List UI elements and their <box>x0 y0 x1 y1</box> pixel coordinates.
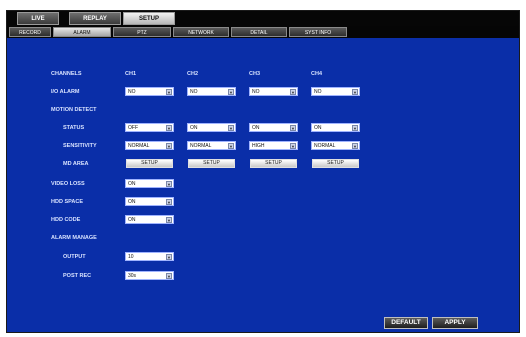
subtab-network[interactable]: NETWORK <box>173 27 229 37</box>
select-value: NO <box>314 89 322 95</box>
post-rec-select[interactable]: 30s ▼ <box>125 271 174 280</box>
chevron-down-icon: ▼ <box>166 217 172 223</box>
select-value: NO <box>128 89 136 95</box>
select-value: ON <box>252 125 260 131</box>
md-area-setup-button-ch4[interactable]: SETUP <box>312 159 359 168</box>
select-value: NO <box>252 89 260 95</box>
channel-header-4: CH4 <box>311 71 323 77</box>
select-value: NORMAL <box>190 143 212 149</box>
subtab-detail[interactable]: DETAIL <box>231 27 287 37</box>
select-value: NORMAL <box>128 143 150 149</box>
tab-setup[interactable]: SETUP <box>123 12 175 25</box>
select-value: ON <box>190 125 198 131</box>
io-alarm-select-ch4[interactable]: NO ▼ <box>311 87 360 96</box>
tab-live[interactable]: LIVE <box>17 12 59 25</box>
hdd-space-label: HDD SPACE <box>51 199 83 205</box>
sub-tab-bar: RECORD ALARM PTZ NETWORK DETAIL SYST INF… <box>7 26 519 38</box>
sensitivity-select-ch3[interactable]: HIGH ▼ <box>249 141 298 150</box>
sensitivity-select-ch4[interactable]: NORMAL ▼ <box>311 141 360 150</box>
status-select-ch3[interactable]: ON ▼ <box>249 123 298 132</box>
chevron-down-icon: ▼ <box>166 199 172 205</box>
post-rec-label: POST REC <box>63 273 92 279</box>
status-label: STATUS <box>63 125 85 131</box>
chevron-down-icon: ▼ <box>290 125 296 131</box>
channels-label: CHANNELS <box>51 71 82 77</box>
tab-replay[interactable]: REPLAY <box>69 12 121 25</box>
chevron-down-icon: ▼ <box>166 143 172 149</box>
md-area-setup-button-ch1[interactable]: SETUP <box>126 159 173 168</box>
main-tab-bar: LIVE REPLAY SETUP <box>7 11 519 26</box>
md-area-setup-button-ch2[interactable]: SETUP <box>188 159 235 168</box>
status-select-ch1[interactable]: OFF ▼ <box>125 123 174 132</box>
md-area-setup-button-ch3[interactable]: SETUP <box>250 159 297 168</box>
chevron-down-icon: ▼ <box>166 181 172 187</box>
chevron-down-icon: ▼ <box>166 273 172 279</box>
default-button[interactable]: DEFAULT <box>384 317 428 329</box>
chevron-down-icon: ▼ <box>352 125 358 131</box>
subtab-record[interactable]: RECORD <box>9 27 51 37</box>
select-value: ON <box>314 125 322 131</box>
status-select-ch2[interactable]: ON ▼ <box>187 123 236 132</box>
select-value: 30s <box>128 273 137 279</box>
subtab-alarm[interactable]: ALARM <box>53 27 111 37</box>
select-value: ON <box>128 217 136 223</box>
hdd-code-select[interactable]: ON ▼ <box>125 215 174 224</box>
subtab-ptz[interactable]: PTZ <box>113 27 171 37</box>
motion-detect-label: MOTION DETECT <box>51 107 97 113</box>
select-value: ON <box>128 199 136 205</box>
alarm-manage-label: ALARM MANAGE <box>51 235 97 241</box>
select-value: HIGH <box>252 143 265 149</box>
video-loss-label: VIDEO LOSS <box>51 181 85 187</box>
chevron-down-icon: ▼ <box>166 125 172 131</box>
subtab-sysinfo[interactable]: SYST INFO <box>289 27 347 37</box>
io-alarm-select-ch2[interactable]: NO ▼ <box>187 87 236 96</box>
output-select[interactable]: 10 ▼ <box>125 252 174 261</box>
sensitivity-label: SENSITIVITY <box>63 143 97 149</box>
select-value: OFF <box>128 125 138 131</box>
md-area-label: MD AREA <box>63 161 89 167</box>
apply-button[interactable]: APPLY <box>432 317 478 329</box>
channel-header-1: CH1 <box>125 71 137 77</box>
select-value: 10 <box>128 254 134 260</box>
chevron-down-icon: ▼ <box>352 143 358 149</box>
select-value: NORMAL <box>314 143 336 149</box>
chevron-down-icon: ▼ <box>228 125 234 131</box>
sensitivity-select-ch1[interactable]: NORMAL ▼ <box>125 141 174 150</box>
io-alarm-label: I/O ALARM <box>51 89 80 95</box>
io-alarm-select-ch3[interactable]: NO ▼ <box>249 87 298 96</box>
hdd-space-select[interactable]: ON ▼ <box>125 197 174 206</box>
chevron-down-icon: ▼ <box>166 89 172 95</box>
chevron-down-icon: ▼ <box>228 143 234 149</box>
channel-header-3: CH3 <box>249 71 261 77</box>
io-alarm-select-ch1[interactable]: NO ▼ <box>125 87 174 96</box>
video-loss-select[interactable]: ON ▼ <box>125 179 174 188</box>
dvr-setup-window: LIVE REPLAY SETUP RECORD ALARM PTZ NETWO… <box>6 10 520 333</box>
chevron-down-icon: ▼ <box>166 254 172 260</box>
status-select-ch4[interactable]: ON ▼ <box>311 123 360 132</box>
select-value: ON <box>128 181 136 187</box>
hdd-code-label: HDD CODE <box>51 217 81 223</box>
sensitivity-select-ch2[interactable]: NORMAL ▼ <box>187 141 236 150</box>
chevron-down-icon: ▼ <box>228 89 234 95</box>
chevron-down-icon: ▼ <box>352 89 358 95</box>
select-value: NO <box>190 89 198 95</box>
chevron-down-icon: ▼ <box>290 143 296 149</box>
channel-header-2: CH2 <box>187 71 199 77</box>
output-label: OUTPUT <box>63 254 86 260</box>
chevron-down-icon: ▼ <box>290 89 296 95</box>
